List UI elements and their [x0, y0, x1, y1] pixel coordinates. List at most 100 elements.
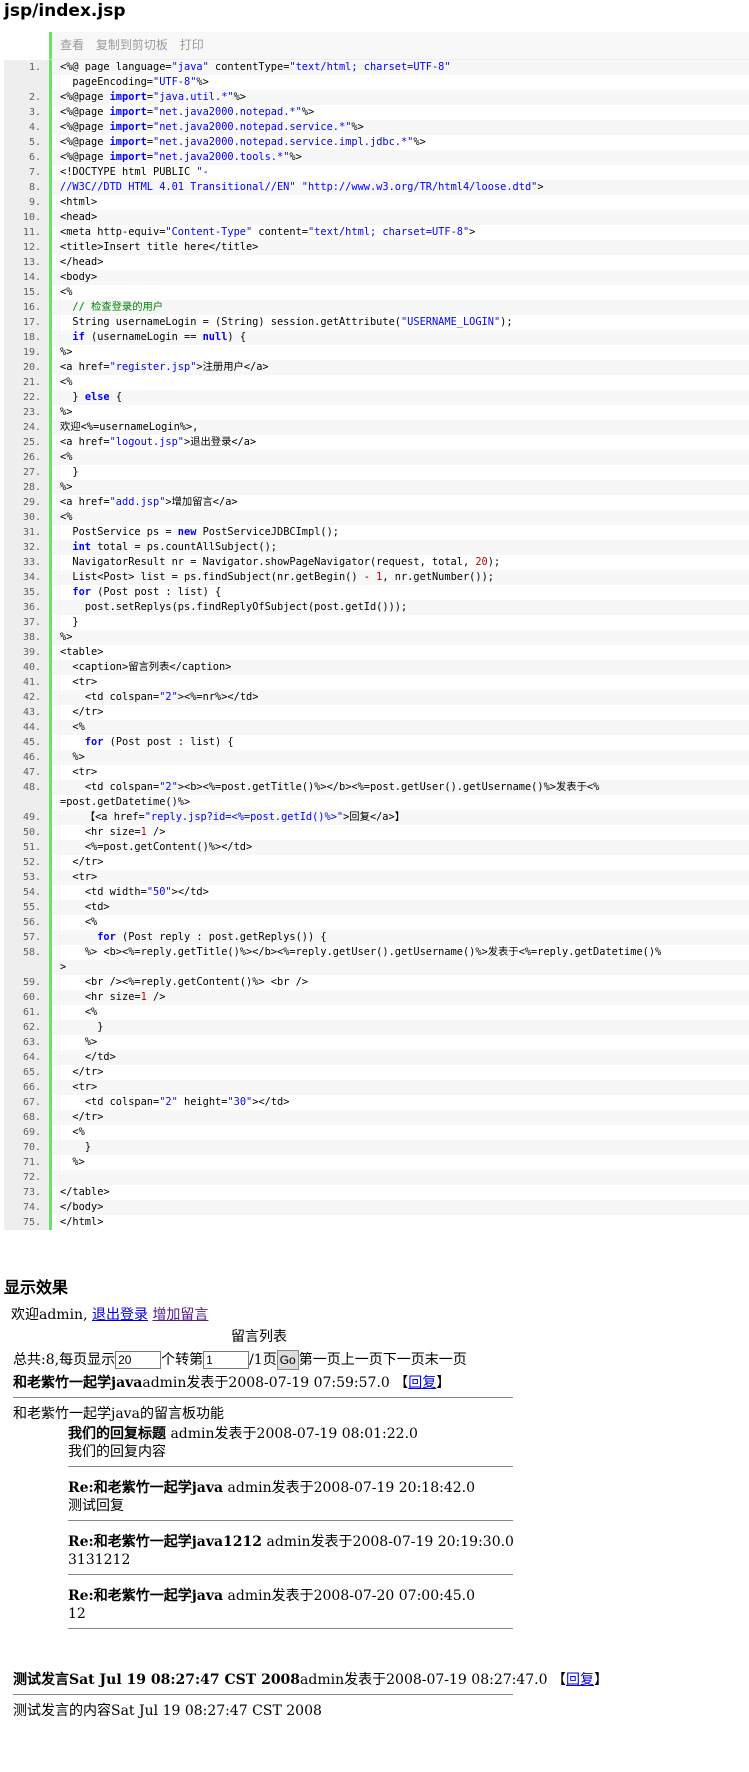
line-number: 50. [4, 825, 49, 840]
code-text: for (Post reply : post.getReplys()) { [49, 930, 749, 945]
reply-title: Re:和老紫竹一起学java [68, 1588, 224, 1604]
code-line: 64. </td> [4, 1050, 749, 1065]
code-line: 42. <td colspan="2"><%=nr%></td> [4, 690, 749, 705]
code-line: 33. NavigatorResult nr = Navigator.showP… [4, 555, 749, 570]
code-line: 12. <title>Insert title here</title> [4, 240, 749, 255]
line-number: 40. [4, 660, 49, 675]
reply-link[interactable]: 回复 [408, 1375, 436, 1391]
code-text: </tr> [49, 855, 749, 870]
code-text: %> [49, 480, 749, 495]
code-line: 56. <% [4, 915, 749, 930]
code-line: 22. } else { [4, 390, 749, 405]
line-number [4, 795, 49, 810]
copy-to-clipboard-link[interactable]: 复制到剪切板 [96, 38, 168, 52]
code-line: 70. } [4, 1140, 749, 1155]
code-text: <%=post.getContent()%></td> [49, 840, 749, 855]
code-text: %> [49, 1035, 749, 1050]
divider [13, 1694, 513, 1695]
add-message-link[interactable]: 增加留言 [152, 1307, 208, 1323]
line-number: 11. [4, 225, 49, 240]
line-number: 19. [4, 345, 49, 360]
line-number: 33. [4, 555, 49, 570]
code-text: List<Post> list = ps.findSubject(nr.getB… [49, 570, 749, 585]
code-text: </html> [49, 1215, 749, 1230]
line-number: 56. [4, 915, 49, 930]
line-number: 42. [4, 690, 49, 705]
line-number: 55. [4, 900, 49, 915]
code-line: 74. </body> [4, 1200, 749, 1215]
reply-content: 测试回复 [68, 1498, 124, 1514]
code-text: %> <b><%=reply.getTitle()%></b><%=reply.… [49, 945, 749, 960]
reply-header: Re:和老紫竹一起学java admin发表于2008-07-20 07:00:… [68, 1587, 749, 1605]
code-text: <% [49, 285, 749, 300]
line-number: 72. [4, 1170, 49, 1185]
line-number: 1. [4, 60, 49, 75]
code-text: <tr> [49, 1080, 749, 1095]
code-text: %> [49, 750, 749, 765]
line-number: 47. [4, 765, 49, 780]
line-number: 66. [4, 1080, 49, 1095]
reply-item: Re:和老紫竹一起学java admin发表于2008-07-19 20:18:… [68, 1479, 749, 1515]
code-text: } [49, 1140, 749, 1155]
code-text: <html> [49, 195, 749, 210]
welcome-line: 欢迎admin, 退出登录 增加留言 [11, 1304, 749, 1326]
line-number: 70. [4, 1140, 49, 1155]
code-line: =post.getDatetime()%> [4, 795, 749, 810]
reply-item: Re:和老紫竹一起学java admin发表于2008-07-20 07:00:… [68, 1587, 749, 1623]
code-line: 1. <%@ page language="java" contentType="… [4, 60, 749, 75]
code-line: 34. List<Post> list = ps.findSubject(nr.… [4, 570, 749, 585]
code-text: } [49, 615, 749, 630]
pager-goto-text: 个转第 [161, 1352, 204, 1368]
reply-link[interactable]: 回复 [566, 1672, 594, 1688]
line-number: 68. [4, 1110, 49, 1125]
code-text: <% [49, 450, 749, 465]
line-number: 20. [4, 360, 49, 375]
per-page-input[interactable] [115, 1351, 162, 1369]
code-line: 18. if (usernameLogin == null) { [4, 330, 749, 345]
code-line: 45. for (Post post : list) { [4, 735, 749, 750]
code-text: <% [49, 1125, 749, 1140]
code-line: 7. <!DOCTYPE html PUBLIC "- [4, 165, 749, 180]
line-number: 5. [4, 135, 49, 150]
code-line: 39. <table> [4, 645, 749, 660]
reply-meta: admin发表于2008-07-19 20:18:42.0 [227, 1480, 475, 1496]
line-number: 71. [4, 1155, 49, 1170]
page-number-input[interactable] [203, 1351, 250, 1369]
post-title: 测试发言Sat Jul 19 08:27:47 CST 2008 [13, 1672, 301, 1688]
line-number: 39. [4, 645, 49, 660]
code-line: 50. <hr size=1 /> [4, 825, 749, 840]
go-button[interactable]: Go [276, 1350, 299, 1370]
line-number: 44. [4, 720, 49, 735]
line-number: 53. [4, 870, 49, 885]
bracket-open: 【 [551, 1672, 566, 1688]
code-line: 35. for (Post post : list) { [4, 585, 749, 600]
code-line: 29. <a href="add.jsp">增加留言</a> [4, 495, 749, 510]
code-text: <tr> [49, 870, 749, 885]
line-number: 63. [4, 1035, 49, 1050]
code-line: 13. </head> [4, 255, 749, 270]
code-line: 11. <meta http-equiv="Content-Type" conte… [4, 225, 749, 240]
reply-header: Re:和老紫竹一起学java admin发表于2008-07-19 20:18:… [68, 1479, 749, 1497]
code-line: 17. String usernameLogin = (String) sess… [4, 315, 749, 330]
code-text: </head> [49, 255, 749, 270]
print-link[interactable]: 打印 [180, 38, 204, 52]
code-text: > [49, 960, 749, 975]
code-line: 44. <% [4, 720, 749, 735]
line-number: 12. [4, 240, 49, 255]
pager-nav-links[interactable]: 第一页上一页下一页末一页 [299, 1352, 467, 1368]
reply-title: 我们的回复标题 [68, 1426, 166, 1442]
reply-content: 3131212 [68, 1552, 131, 1568]
view-source-link[interactable]: 查看 [60, 38, 84, 52]
line-number: 60. [4, 990, 49, 1005]
code-text: <% [49, 375, 749, 390]
post-meta: admin发表于2008-07-19 08:27:47.0 [300, 1672, 548, 1688]
code-line: 51. <%=post.getContent()%></td> [4, 840, 749, 855]
line-number: 30. [4, 510, 49, 525]
bracket-close: 】 [436, 1375, 451, 1391]
code-line: pageEncoding="UTF-8"%> [4, 75, 749, 90]
code-line: 72. [4, 1170, 749, 1185]
line-number: 18. [4, 330, 49, 345]
code-line: 58. %> <b><%=reply.getTitle()%></b><%=re… [4, 945, 749, 960]
line-number: 51. [4, 840, 49, 855]
logout-link[interactable]: 退出登录 [92, 1307, 148, 1323]
